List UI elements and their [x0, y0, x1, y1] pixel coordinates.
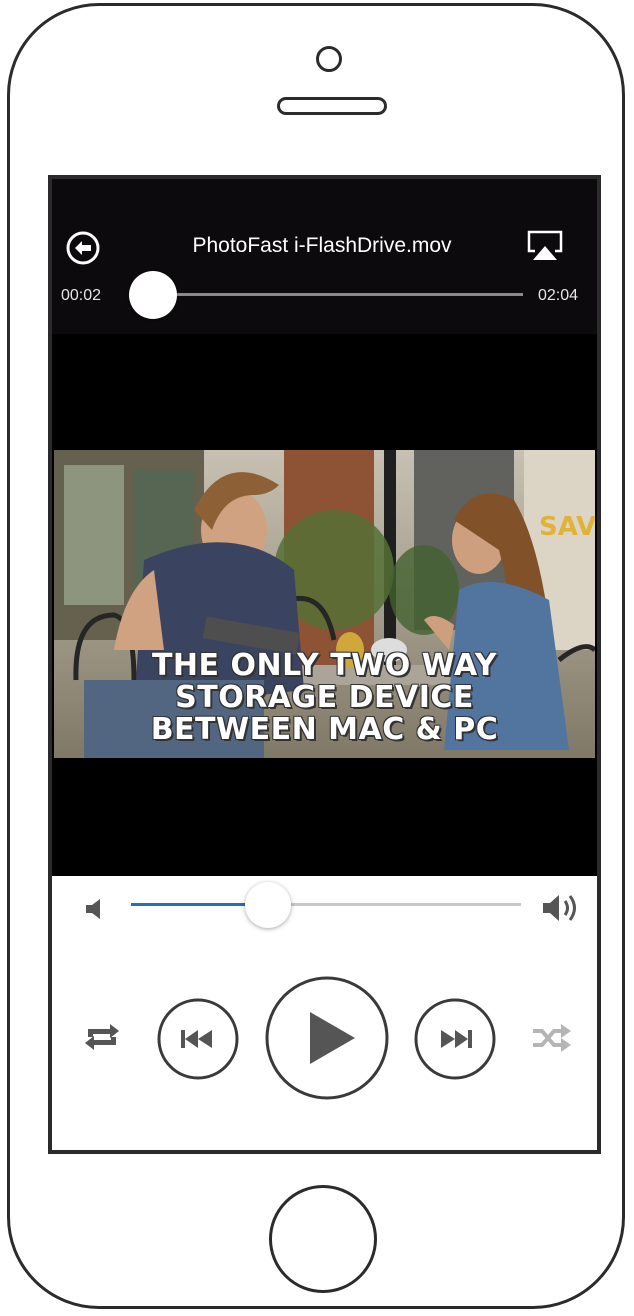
back-arrow-circle-icon[interactable]	[66, 231, 100, 265]
caption-line-2: STORAGE DEVICE	[175, 680, 474, 715]
caption-line-3: BETWEEN MAC & PC	[150, 712, 499, 747]
skip-next-icon[interactable]	[413, 997, 497, 1081]
video-title: PhotoFast i-FlashDrive.mov	[192, 234, 452, 257]
device-screen: PhotoFast i-FlashDrive.mov 00:02 02:04 S…	[48, 175, 601, 1154]
shuffle-icon[interactable]	[530, 1021, 574, 1055]
phone-frame: PhotoFast i-FlashDrive.mov 00:02 02:04 S…	[7, 3, 625, 1309]
speaker-low-icon	[86, 899, 100, 919]
seek-bar[interactable]	[133, 293, 523, 296]
front-camera	[316, 46, 342, 72]
volume-slider[interactable]	[131, 903, 521, 906]
airplay-icon[interactable]	[526, 229, 564, 263]
total-time: 02:04	[538, 287, 579, 304]
skip-previous-icon[interactable]	[156, 997, 240, 1081]
elapsed-time: 00:02	[61, 287, 102, 304]
play-icon[interactable]	[263, 974, 391, 1102]
seek-knob[interactable]	[129, 271, 178, 319]
speaker-high-icon	[543, 895, 576, 921]
repeat-icon[interactable]	[82, 1021, 122, 1053]
caption-line-1: THE ONLY TWO WAY	[151, 648, 498, 683]
home-button[interactable]	[269, 1185, 377, 1293]
volume-knob[interactable]	[244, 882, 291, 928]
video-frame[interactable]: SAVI	[54, 450, 595, 758]
video-caption: THE ONLY TWO WAY STORAGE DEVICE BETWEEN …	[54, 650, 595, 746]
player-header: PhotoFast i-FlashDrive.mov 00:02 02:04	[52, 179, 597, 334]
earpiece-speaker	[277, 97, 387, 115]
playback-controls	[52, 876, 597, 1150]
